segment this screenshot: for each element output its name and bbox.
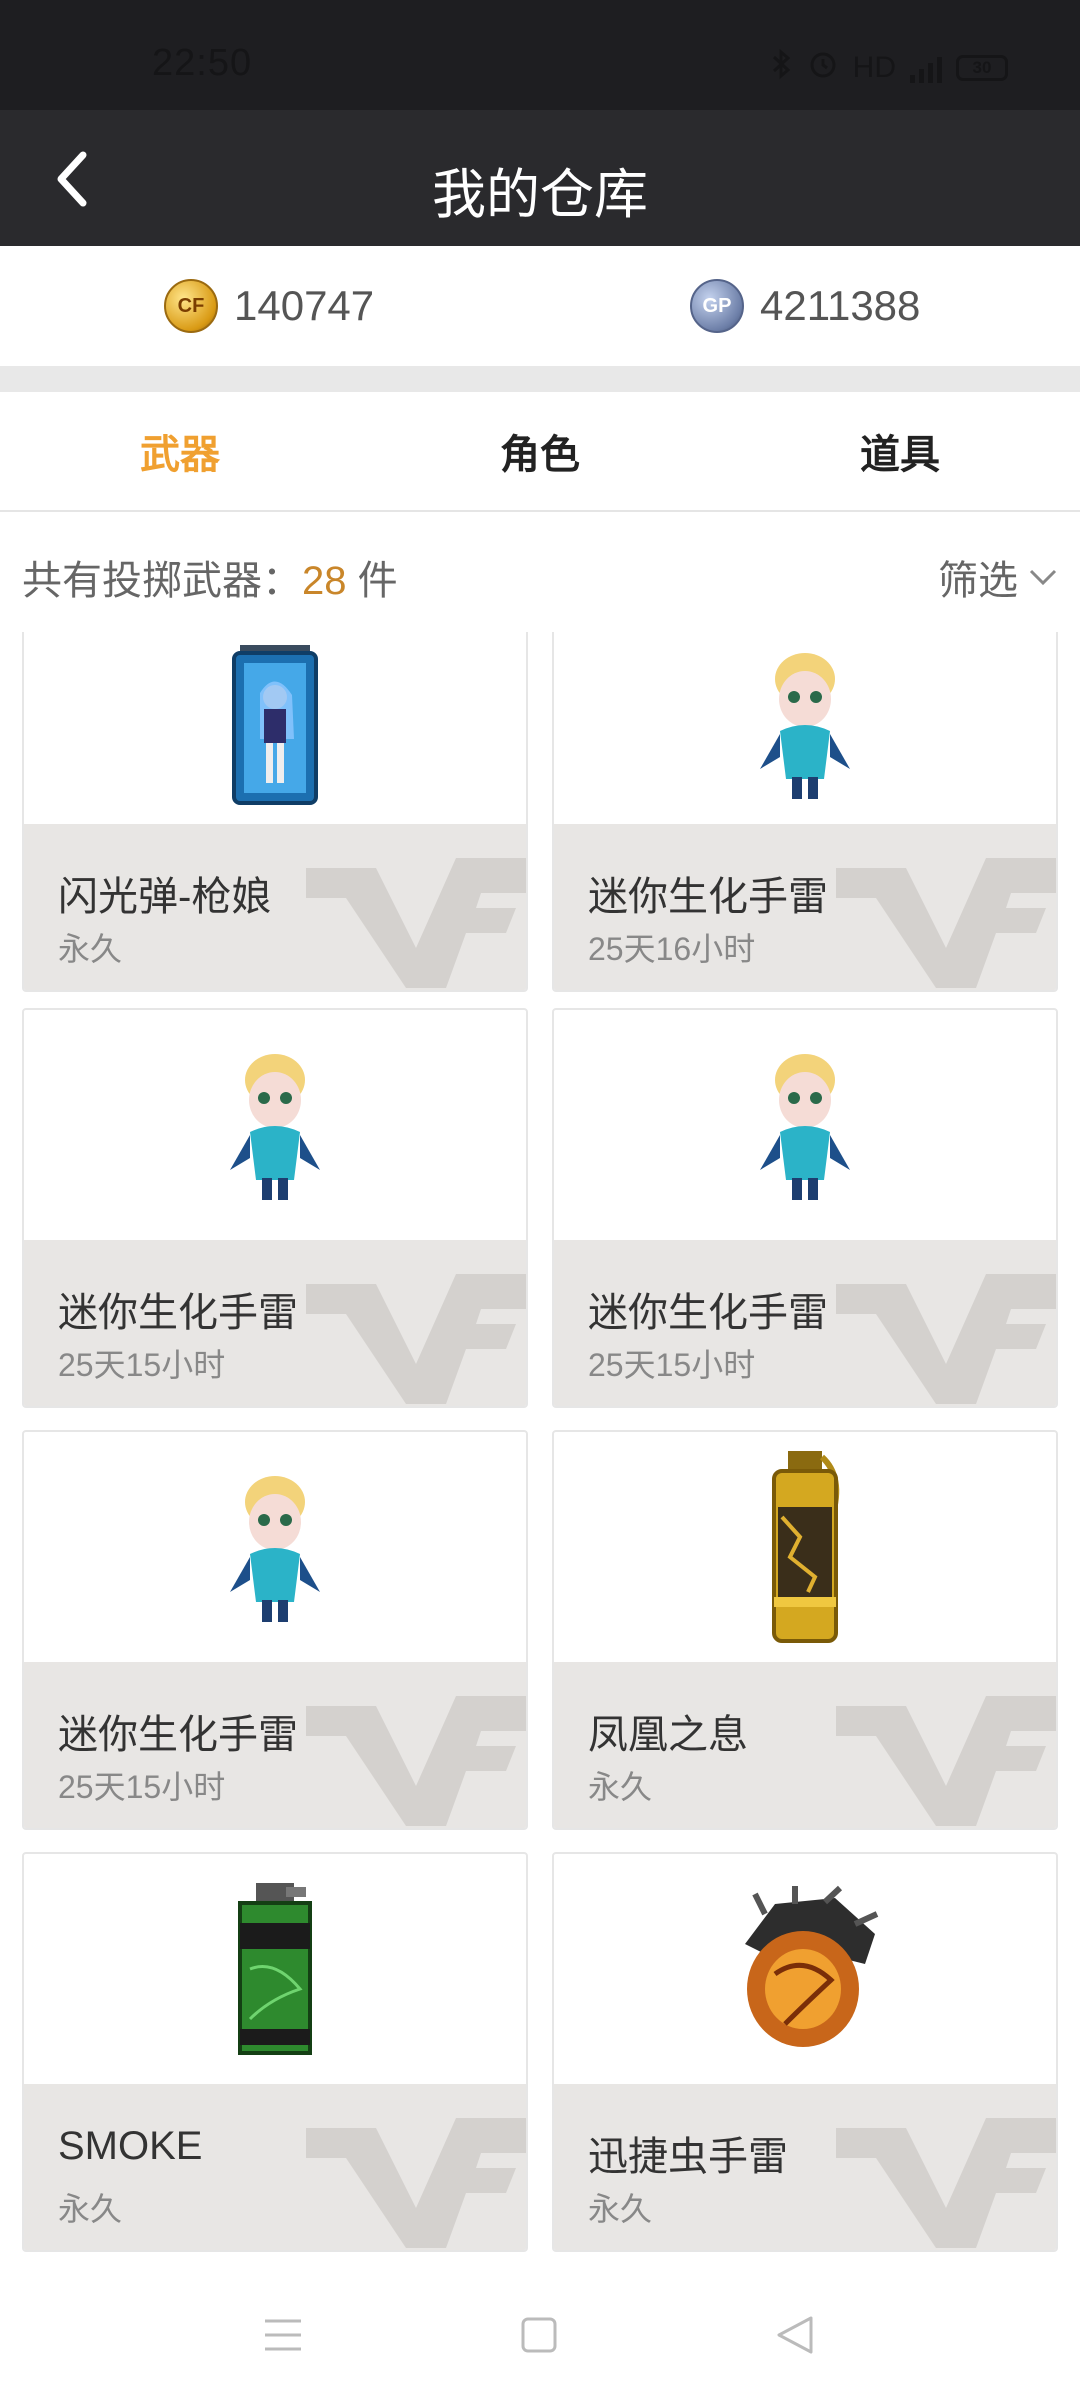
item-info: 迷你生化手雷 25天15小时 — [554, 1240, 1056, 1406]
item-info: 迷你生化手雷 25天16小时 — [554, 824, 1056, 990]
item-image — [554, 1432, 1056, 1662]
item-image — [24, 1854, 526, 2084]
item-name: 迷你生化手雷 — [588, 875, 828, 919]
item-info: 闪光弹-枪娘 永久 — [24, 824, 526, 990]
title-bar: 我的仓库 — [0, 110, 1080, 246]
cf-watermark-icon — [836, 1274, 1056, 1404]
mini-zombie-grenade-icon — [230, 1476, 320, 1622]
triangle-back-icon — [777, 2316, 813, 2354]
count-number: 28 — [302, 559, 347, 603]
item-card[interactable]: 闪光弹-枪娘 永久 — [22, 632, 528, 992]
item-info: 迷你生化手雷 25天15小时 — [24, 1662, 526, 1828]
system-nav-bar — [0, 2270, 1080, 2400]
item-image — [554, 632, 1056, 824]
status-time: 22:50 — [152, 42, 253, 84]
mini-zombie-grenade-icon — [230, 1054, 320, 1200]
cf-watermark-icon — [836, 2118, 1056, 2248]
item-name: 迷你生化手雷 — [58, 1291, 298, 1335]
square-icon — [521, 2317, 557, 2353]
status-bar: 22:50 HD 30 — [0, 0, 1080, 110]
item-duration: 永久 — [588, 1769, 653, 1805]
tab-weapons[interactable]: 武器 — [0, 392, 360, 510]
filter-label: 筛选 — [938, 559, 1018, 603]
item-duration: 永久 — [588, 2191, 653, 2227]
gp-coin-icon: GP — [690, 279, 744, 333]
item-count: 共有投掷武器：28 件 — [22, 548, 398, 606]
page-title: 我的仓库 — [432, 165, 648, 225]
gp-points: 4211388 — [760, 282, 921, 329]
cf-watermark-icon — [306, 858, 526, 988]
signal-icon — [910, 53, 942, 83]
flashbang-icon — [232, 645, 318, 805]
cf-points: 140747 — [234, 282, 375, 329]
menu-button[interactable] — [258, 2310, 308, 2360]
item-duration: 25天15小时 — [58, 1347, 226, 1383]
item-card[interactable]: 凤凰之息 永久 — [552, 1430, 1058, 1830]
tab-characters[interactable]: 角色 — [360, 392, 720, 510]
alarm-icon — [807, 48, 839, 88]
count-prefix: 共有投掷武器： — [22, 559, 302, 603]
battery-icon: 30 — [956, 55, 1008, 81]
item-duration: 25天15小时 — [588, 1347, 756, 1383]
home-button[interactable] — [514, 2310, 564, 2360]
cf-coin-icon: CF — [164, 279, 218, 333]
item-card[interactable]: 迅捷虫手雷 永久 — [552, 1852, 1058, 2252]
item-duration: 25天15小时 — [58, 1769, 226, 1805]
item-info: 凤凰之息 永久 — [554, 1662, 1056, 1828]
gp-currency: GP 4211388 — [690, 276, 920, 336]
item-image — [24, 1010, 526, 1240]
item-image — [24, 1432, 526, 1662]
filter-row: 共有投掷武器：28 件 筛选 — [0, 514, 1080, 630]
item-card[interactable]: SMOKE 永久 — [22, 1852, 528, 2252]
cf-currency: CF 140747 — [164, 276, 374, 336]
item-info: 迅捷虫手雷 永久 — [554, 2084, 1056, 2250]
filter-button[interactable]: 筛选 — [938, 548, 1058, 606]
item-grid: 闪光弹-枪娘 永久 迷你生化手雷 25天16小时 迷你生化手雷 25天15小时 … — [22, 632, 1058, 2252]
bluetooth-icon — [771, 48, 793, 88]
chevron-down-icon — [1029, 569, 1057, 586]
smoke-grenade-icon — [238, 1883, 312, 2055]
item-name: 迷你生化手雷 — [588, 1291, 828, 1335]
divider — [0, 366, 1080, 392]
back-nav-button[interactable] — [770, 2310, 820, 2360]
gold-grenade-icon — [772, 1451, 840, 1643]
item-card[interactable]: 迷你生化手雷 25天15小时 — [552, 1008, 1058, 1408]
item-duration: 25天16小时 — [588, 931, 756, 967]
menu-icon — [265, 2319, 301, 2351]
item-name: 凤凰之息 — [588, 1713, 748, 1757]
cf-watermark-icon — [306, 1274, 526, 1404]
item-image — [554, 1010, 1056, 1240]
item-duration: 永久 — [58, 2191, 123, 2227]
cf-watermark-icon — [836, 1696, 1056, 1826]
cf-watermark-icon — [306, 1696, 526, 1826]
cf-watermark-icon — [306, 2118, 526, 2248]
hd-label: HD — [852, 51, 896, 84]
item-card[interactable]: 迷你生化手雷 25天16小时 — [552, 632, 1058, 992]
item-card[interactable]: 迷你生化手雷 25天15小时 — [22, 1008, 528, 1408]
mini-zombie-grenade-icon — [760, 653, 850, 799]
bug-grenade-icon — [745, 1885, 879, 2047]
item-info: SMOKE 永久 — [24, 2084, 526, 2250]
item-name: 闪光弹-枪娘 — [58, 875, 272, 919]
item-image — [554, 1854, 1056, 2084]
mini-zombie-grenade-icon — [760, 1054, 850, 1200]
category-tabs: 武器 角色 道具 — [0, 392, 1080, 512]
count-suffix: 件 — [346, 559, 398, 603]
item-info: 迷你生化手雷 25天15小时 — [24, 1240, 526, 1406]
status-icons: HD 30 — [771, 48, 1008, 88]
item-name: 迅捷虫手雷 — [588, 2135, 788, 2179]
tab-items[interactable]: 道具 — [720, 392, 1080, 510]
item-card[interactable]: 迷你生化手雷 25天15小时 — [22, 1430, 528, 1830]
item-name: SMOKE — [58, 2124, 203, 2168]
item-name: 迷你生化手雷 — [58, 1713, 298, 1757]
cf-watermark-icon — [836, 858, 1056, 988]
item-duration: 永久 — [58, 931, 123, 967]
item-image — [24, 632, 526, 824]
currency-row: CF 140747 GP 4211388 — [0, 246, 1080, 366]
